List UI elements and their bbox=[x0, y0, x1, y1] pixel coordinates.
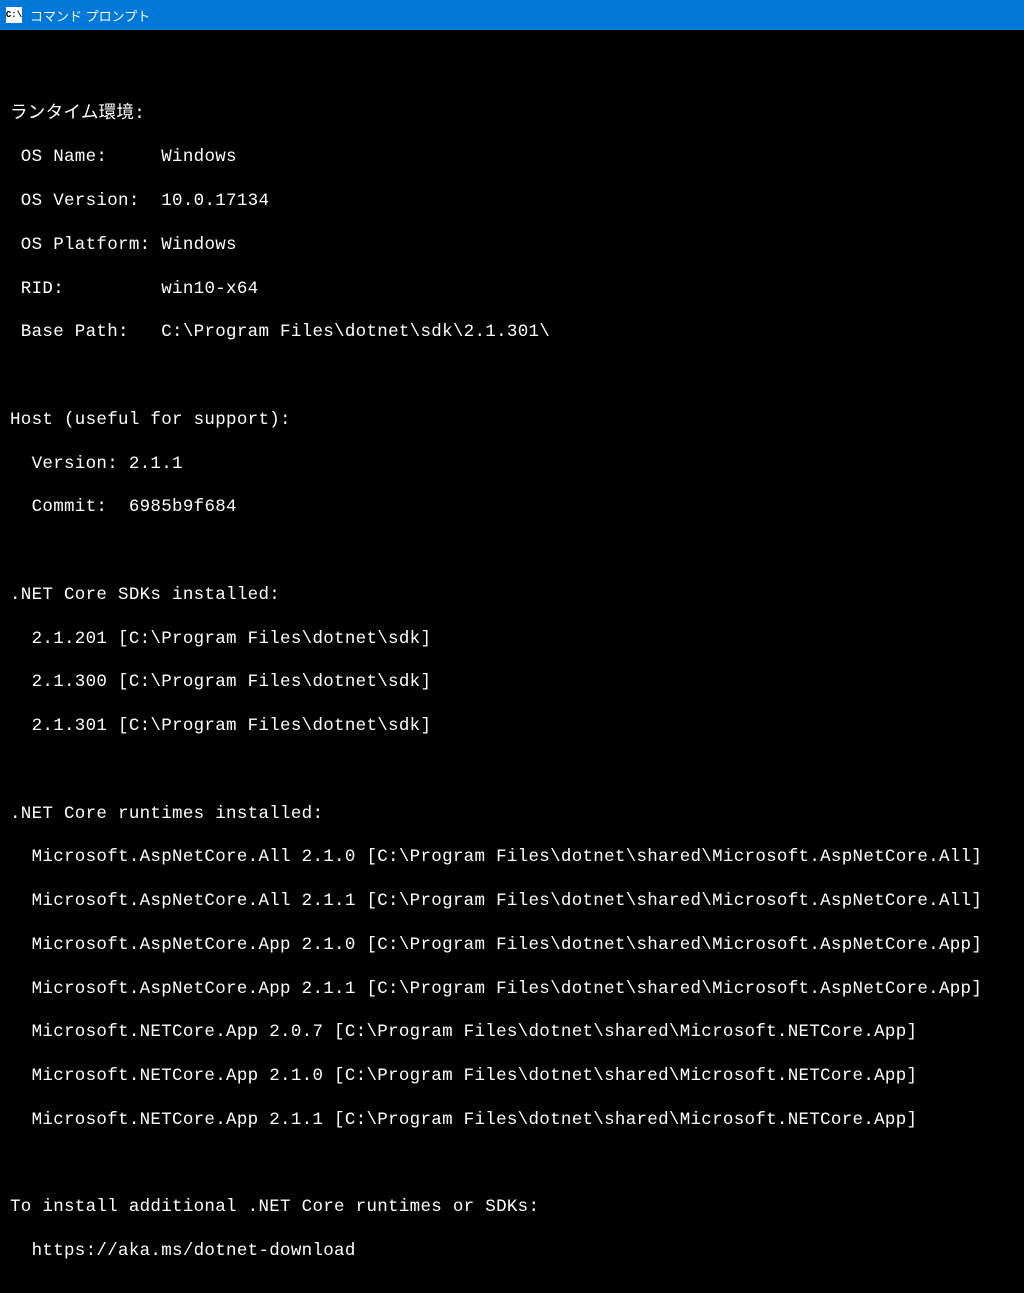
base-path-line: Base Path: C:\Program Files\dotnet\sdk\2… bbox=[10, 322, 1014, 344]
cmd-icon: C:\ bbox=[6, 7, 22, 23]
runtime-entry: Microsoft.AspNetCore.App 2.1.1 [C:\Progr… bbox=[10, 979, 1014, 1001]
os-version-line: OS Version: 10.0.17134 bbox=[10, 191, 1014, 213]
os-platform-line: OS Platform: Windows bbox=[10, 235, 1014, 257]
window-titlebar[interactable]: C:\ コマンド プロンプト bbox=[0, 0, 1024, 30]
os-name-line: OS Name: Windows bbox=[10, 147, 1014, 169]
runtime-entry: Microsoft.NETCore.App 2.1.0 [C:\Program … bbox=[10, 1066, 1014, 1088]
sdk-entry: 2.1.201 [C:\Program Files\dotnet\sdk] bbox=[10, 629, 1014, 651]
blank-line bbox=[10, 760, 1014, 782]
sdk-entry: 2.1.300 [C:\Program Files\dotnet\sdk] bbox=[10, 672, 1014, 694]
blank-line bbox=[10, 1154, 1014, 1176]
download-url: https://aka.ms/dotnet-download bbox=[10, 1241, 1014, 1263]
host-header: Host (useful for support): bbox=[10, 410, 1014, 432]
blank-line bbox=[10, 366, 1014, 388]
sdks-header: .NET Core SDKs installed: bbox=[10, 585, 1014, 607]
runtime-env-header: ランタイム環境: bbox=[10, 104, 1014, 126]
rid-line: RID: win10-x64 bbox=[10, 279, 1014, 301]
runtime-entry: Microsoft.NETCore.App 2.0.7 [C:\Program … bbox=[10, 1022, 1014, 1044]
blank-line bbox=[10, 541, 1014, 563]
runtime-entry: Microsoft.AspNetCore.All 2.1.0 [C:\Progr… bbox=[10, 847, 1014, 869]
host-version-line: Version: 2.1.1 bbox=[10, 454, 1014, 476]
terminal-output[interactable]: ランタイム環境: OS Name: Windows OS Version: 10… bbox=[0, 30, 1024, 1293]
window-title: コマンド プロンプト bbox=[30, 6, 150, 25]
runtime-entry: Microsoft.NETCore.App 2.1.1 [C:\Program … bbox=[10, 1110, 1014, 1132]
runtime-entry: Microsoft.AspNetCore.All 2.1.1 [C:\Progr… bbox=[10, 891, 1014, 913]
blank-line bbox=[10, 60, 1014, 82]
install-additional-msg: To install additional .NET Core runtimes… bbox=[10, 1197, 1014, 1219]
host-commit-line: Commit: 6985b9f684 bbox=[10, 497, 1014, 519]
sdk-entry: 2.1.301 [C:\Program Files\dotnet\sdk] bbox=[10, 716, 1014, 738]
runtimes-header: .NET Core runtimes installed: bbox=[10, 804, 1014, 826]
runtime-entry: Microsoft.AspNetCore.App 2.1.0 [C:\Progr… bbox=[10, 935, 1014, 957]
